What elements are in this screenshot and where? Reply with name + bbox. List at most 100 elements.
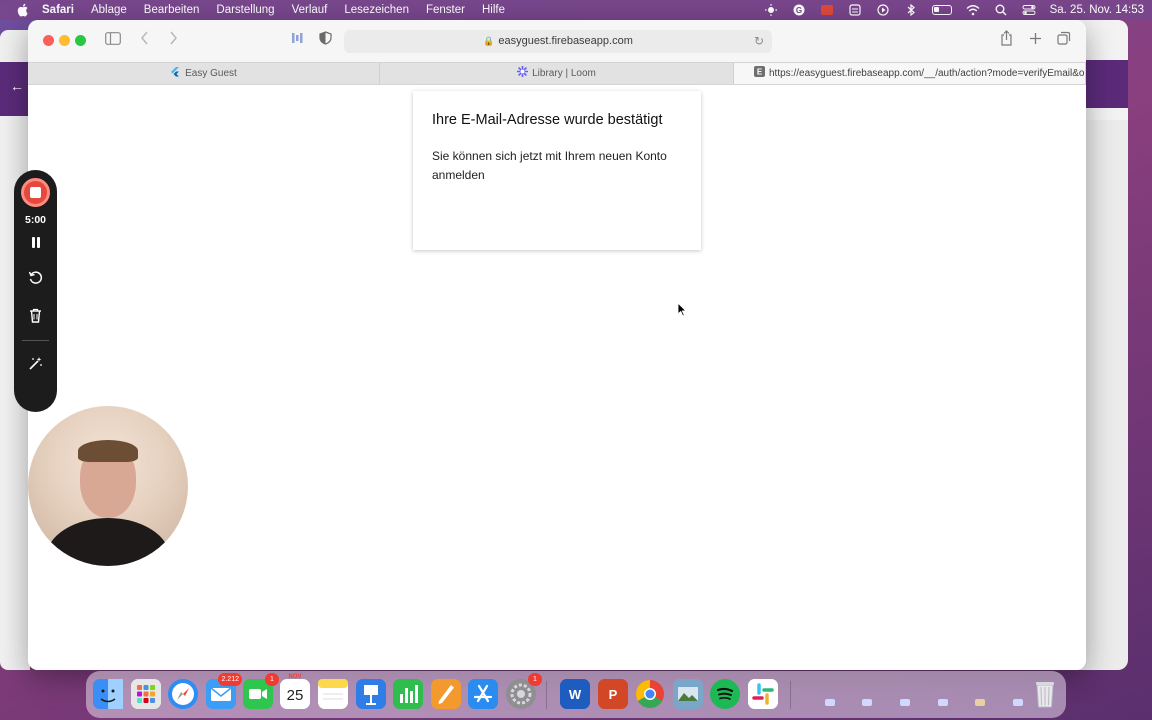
menu-darstellung[interactable]: Darstellung bbox=[216, 4, 274, 16]
keynote-icon[interactable] bbox=[356, 679, 386, 709]
webcam-person bbox=[46, 518, 170, 566]
tab-bar: Easy Guest Library | Loom E https://easy… bbox=[28, 62, 1086, 85]
minimized-window-icon[interactable] bbox=[938, 699, 948, 706]
search-icon[interactable] bbox=[994, 4, 1008, 16]
menu-verlauf[interactable]: Verlauf bbox=[292, 4, 328, 16]
minimized-window-icon[interactable] bbox=[975, 699, 985, 706]
finder-icon[interactable] bbox=[93, 679, 123, 709]
safari-icon[interactable] bbox=[168, 679, 198, 709]
menu-fenster[interactable]: Fenster bbox=[426, 4, 465, 16]
trash-icon[interactable] bbox=[1030, 679, 1060, 709]
powerpoint-icon[interactable]: P bbox=[598, 679, 628, 709]
safari-window: 🔒 easyguest.firebaseapp.com ↻ Easy Guest … bbox=[28, 20, 1086, 670]
clipboard-icon[interactable] bbox=[848, 4, 862, 16]
minimized-window-icon[interactable] bbox=[862, 699, 872, 706]
chrome-icon[interactable] bbox=[635, 679, 665, 709]
apple-icon[interactable] bbox=[16, 3, 30, 17]
close-window-button[interactable] bbox=[43, 35, 54, 46]
menubar: Safari Ablage Bearbeiten Darstellung Ver… bbox=[0, 0, 1152, 20]
tab-easy-guest[interactable]: Easy Guest bbox=[28, 63, 380, 84]
sidebar-toggle-icon[interactable] bbox=[102, 30, 124, 52]
slack-icon[interactable] bbox=[748, 679, 778, 709]
trash-icon[interactable] bbox=[25, 308, 46, 329]
card-body: Sie können sich jetzt mit Ihrem neuen Ko… bbox=[432, 148, 667, 182]
mail-icon[interactable]: 2.212 bbox=[206, 673, 242, 709]
loom-divider bbox=[22, 340, 49, 341]
e-icon: E bbox=[754, 64, 765, 77]
menu-ablage[interactable]: Ablage bbox=[91, 4, 127, 16]
address-bar-url: easyguest.firebaseapp.com bbox=[498, 35, 633, 47]
calendar-icon[interactable]: NOV 25 bbox=[280, 674, 310, 709]
menu-lesezeichen[interactable]: Lesezeichen bbox=[344, 4, 409, 16]
tab-verify-email[interactable]: E https://easyguest.firebaseapp.com/__/a… bbox=[734, 63, 1086, 84]
calendar-day: 25 bbox=[286, 687, 304, 704]
svg-text:W: W bbox=[569, 687, 582, 702]
facetime-badge: 1 bbox=[265, 673, 279, 686]
launchpad-icon[interactable] bbox=[131, 679, 161, 709]
minimized-window-icon[interactable] bbox=[825, 699, 835, 706]
bluetooth-icon[interactable] bbox=[904, 3, 918, 17]
new-tab-icon[interactable] bbox=[1024, 30, 1046, 52]
app-icon[interactable] bbox=[820, 4, 834, 16]
extension-icon[interactable] bbox=[286, 30, 308, 52]
svg-text:P: P bbox=[609, 687, 618, 702]
preview-icon[interactable] bbox=[673, 679, 703, 709]
settings-badge: 1 bbox=[528, 673, 542, 686]
word-icon[interactable]: W bbox=[560, 679, 590, 709]
spotify-icon[interactable] bbox=[710, 679, 740, 709]
mouse-cursor-icon bbox=[677, 302, 687, 317]
address-bar[interactable]: 🔒 easyguest.firebaseapp.com ↻ bbox=[344, 30, 772, 53]
mail-badge: 2.212 bbox=[218, 673, 242, 686]
minimized-window-icon[interactable] bbox=[1013, 699, 1023, 706]
loom-control-bar: 5:00 bbox=[14, 170, 57, 412]
loom-icon bbox=[517, 64, 529, 77]
calendar-month: NOV bbox=[288, 674, 302, 680]
tab-label: Easy Guest bbox=[185, 68, 237, 79]
fullscreen-window-button[interactable] bbox=[75, 35, 86, 46]
share-icon[interactable] bbox=[995, 30, 1017, 52]
tab-label: https://easyguest.firebaseapp.com/__/aut… bbox=[769, 68, 1086, 79]
stop-recording-button[interactable] bbox=[21, 178, 50, 207]
brightness-icon[interactable] bbox=[764, 4, 778, 16]
menu-bearbeiten[interactable]: Bearbeiten bbox=[144, 4, 200, 16]
flutter-icon bbox=[170, 64, 180, 77]
svg-text:G: G bbox=[795, 6, 801, 15]
minimized-window-icon[interactable] bbox=[900, 699, 910, 706]
restart-icon[interactable] bbox=[25, 270, 46, 291]
menu-hilfe[interactable]: Hilfe bbox=[482, 4, 505, 16]
notes-icon[interactable] bbox=[318, 679, 348, 709]
system-settings-icon[interactable]: 1 bbox=[506, 673, 542, 709]
dock-divider bbox=[546, 681, 547, 709]
facetime-icon[interactable]: 1 bbox=[243, 673, 279, 709]
confirmation-card: Ihre E-Mail-Adresse wurde bestätigt Sie … bbox=[413, 91, 701, 250]
wifi-icon[interactable] bbox=[966, 4, 980, 16]
app-store-icon[interactable] bbox=[468, 679, 498, 709]
pause-button[interactable] bbox=[25, 234, 46, 255]
webcam-hair bbox=[78, 440, 138, 462]
tab-overview-icon[interactable] bbox=[1053, 30, 1075, 52]
pages-icon[interactable] bbox=[431, 679, 461, 709]
loom-timer: 5:00 bbox=[24, 214, 46, 226]
dock: 2.212 1 NOV 25 1 W P bbox=[86, 671, 1066, 718]
menubar-clock[interactable]: Sa. 25. Nov. 14:53 bbox=[1050, 4, 1144, 16]
minimize-window-button[interactable] bbox=[59, 35, 70, 46]
svg-text:E: E bbox=[757, 68, 763, 77]
g-icon[interactable]: G bbox=[792, 4, 806, 16]
webcam-bubble[interactable] bbox=[28, 406, 188, 566]
forward-chevron-icon[interactable] bbox=[162, 30, 184, 52]
battery-icon[interactable] bbox=[931, 5, 952, 15]
numbers-icon[interactable] bbox=[393, 679, 423, 709]
card-title: Ihre E-Mail-Adresse wurde bestätigt bbox=[432, 112, 663, 128]
play-icon[interactable] bbox=[876, 4, 890, 16]
browser-toolbar: 🔒 easyguest.firebaseapp.com ↻ bbox=[28, 20, 1086, 62]
effects-wand-icon[interactable] bbox=[25, 356, 46, 377]
tab-label: Library | Loom bbox=[532, 68, 596, 79]
back-chevron-icon[interactable] bbox=[134, 30, 156, 52]
tab-library-loom[interactable]: Library | Loom bbox=[380, 63, 734, 84]
privacy-shield-icon[interactable] bbox=[314, 30, 336, 52]
page-content: Ihre E-Mail-Adresse wurde bestätigt Sie … bbox=[28, 85, 1086, 670]
control-center-icon[interactable] bbox=[1022, 4, 1036, 16]
menu-app-name[interactable]: Safari bbox=[42, 4, 74, 16]
reload-icon[interactable]: ↻ bbox=[754, 30, 764, 53]
lock-icon: 🔒 bbox=[483, 36, 495, 46]
